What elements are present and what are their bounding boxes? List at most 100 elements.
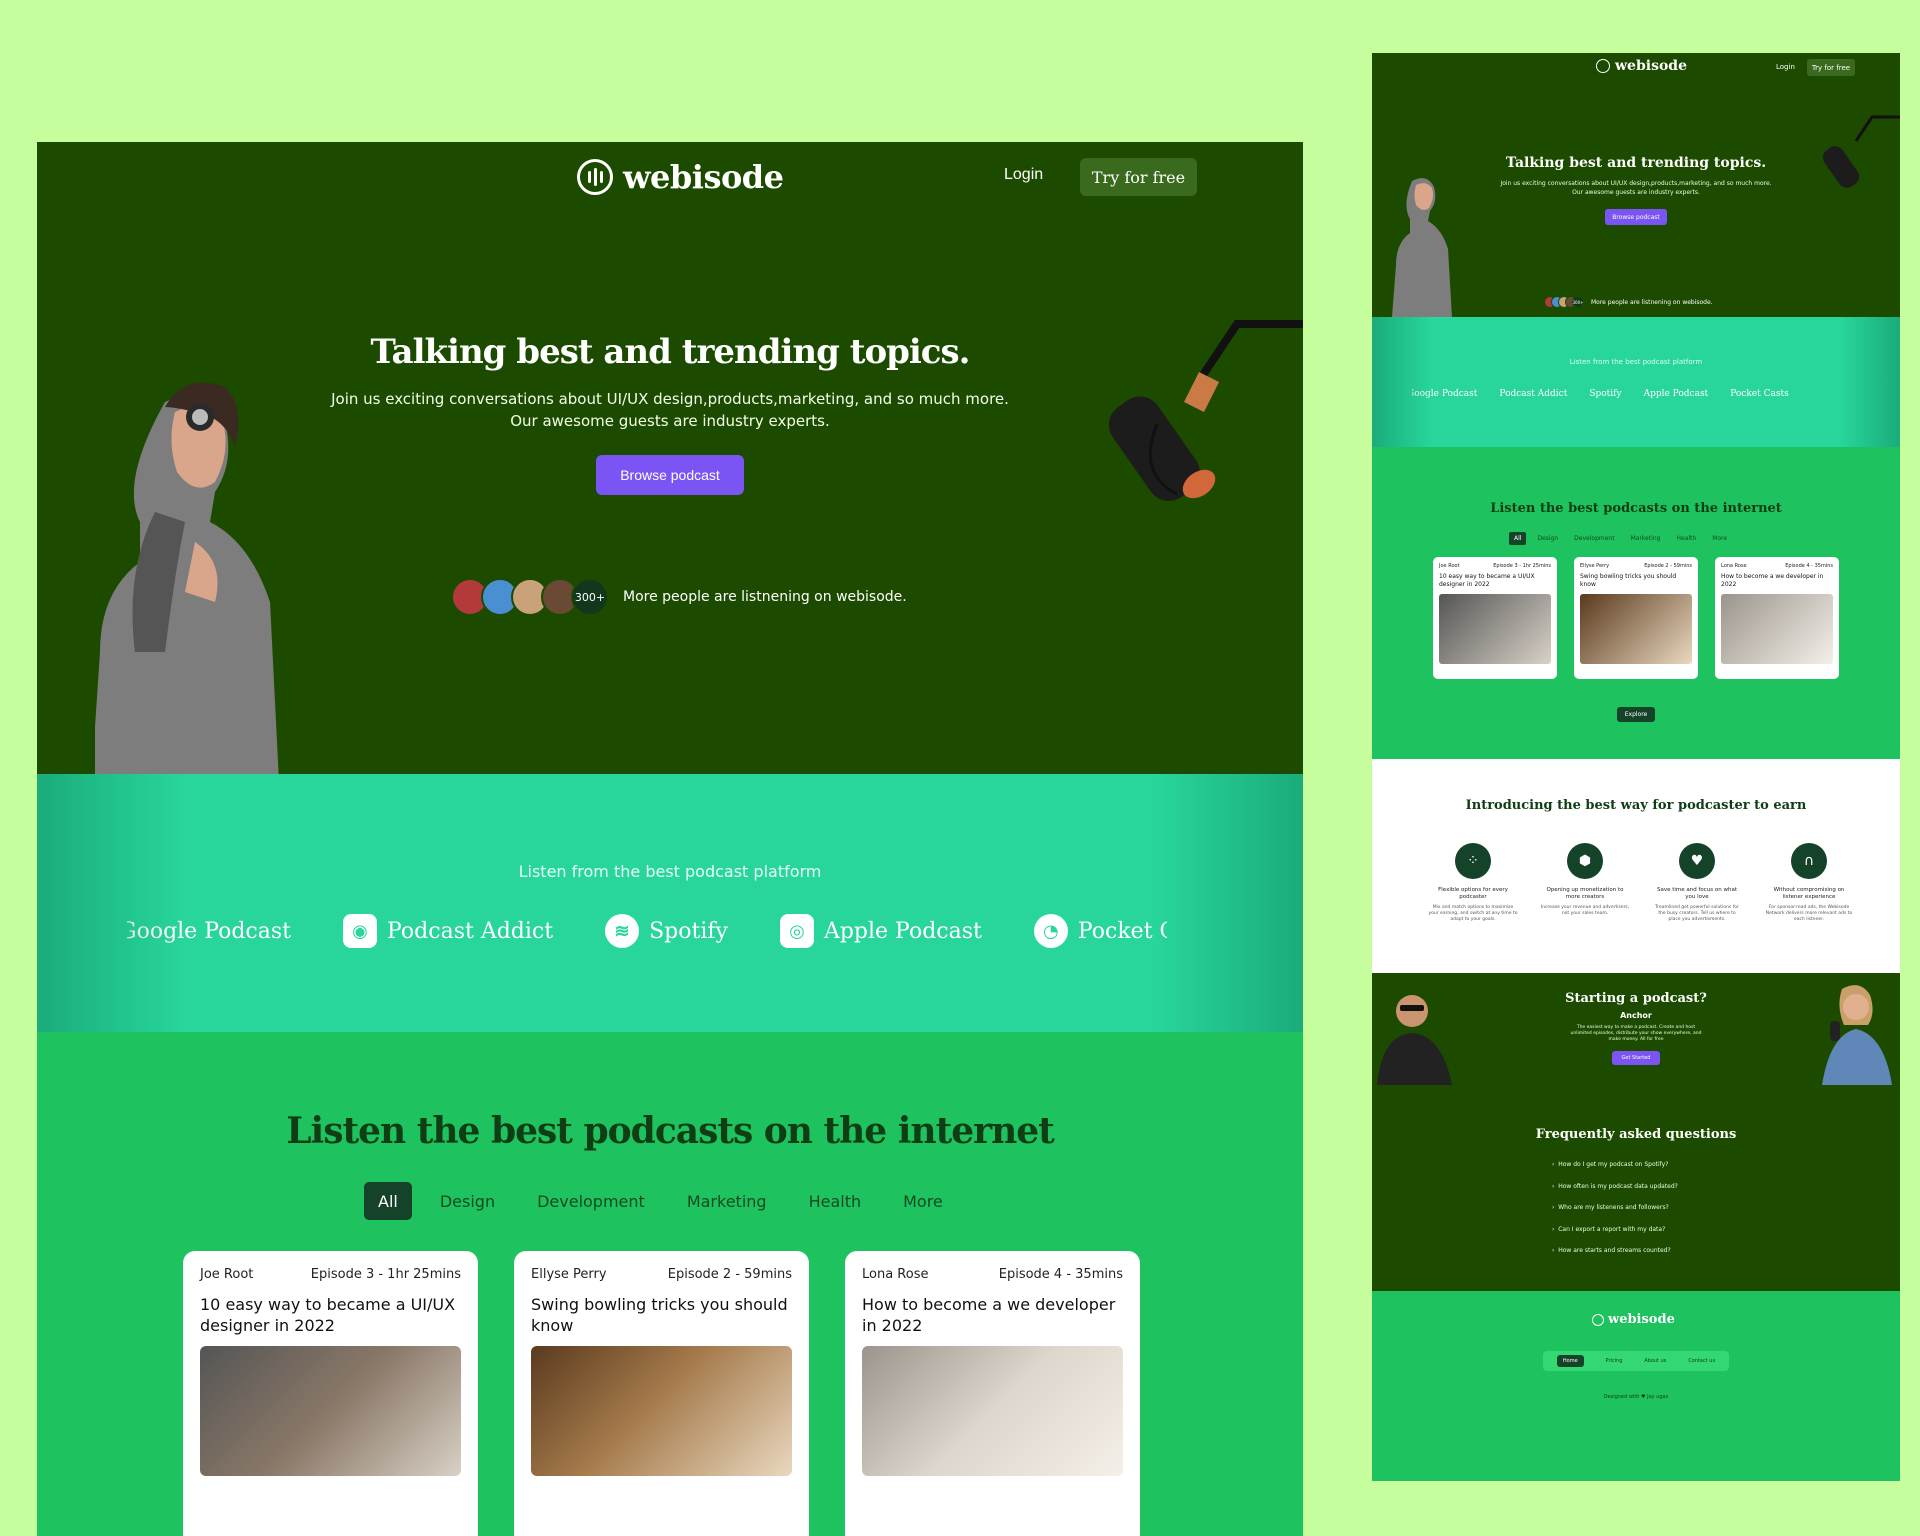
- mini-hero-section: webisode Login Try for free Talking best…: [1372, 53, 1900, 317]
- podcasts-title: Listen the best podcasts on the internet: [286, 1110, 1055, 1152]
- mini-brand-logo[interactable]: webisode: [1596, 58, 1687, 74]
- mini-platform-spotify[interactable]: Spotify: [1589, 389, 1621, 399]
- mini-tab-design[interactable]: Design: [1532, 532, 1563, 545]
- footer-logo[interactable]: webisode: [1592, 1312, 1675, 1327]
- card-title: 10 easy way to became a UI/UX designer i…: [200, 1295, 456, 1335]
- footer-nav-about[interactable]: About us: [1644, 1358, 1666, 1364]
- desktop-mockup-large: webisode Login Try for free Talking best…: [37, 142, 1303, 1536]
- faq-item[interactable]: › How are starts and streams counted?: [1552, 1247, 1678, 1269]
- card-author: Ellyse Perry: [531, 1267, 607, 1282]
- login-button[interactable]: Login: [1004, 166, 1043, 184]
- faq-question: How do I get my podcast on Spotify?: [1558, 1161, 1669, 1168]
- card-episode: Episode 3 - 1hr 25mins: [1493, 563, 1551, 569]
- platform-apple-podcast[interactable]: ◎ Apple Podcast: [779, 914, 982, 948]
- logo-bars-icon: [1592, 1313, 1604, 1326]
- mini-try-button[interactable]: Try for free: [1807, 59, 1855, 76]
- platform-spotify[interactable]: ≋ Spotify: [605, 914, 728, 948]
- faq-item[interactable]: › Can I export a report with my data?: [1552, 1226, 1678, 1248]
- mini-hero-subtitle-line-2: Our awesome guests are industry experts.: [1572, 189, 1700, 196]
- platform-podcast-addict[interactable]: ◉ Podcast Addict: [343, 914, 553, 948]
- faq-item[interactable]: › Who are my listenens and followers?: [1552, 1204, 1678, 1226]
- feature-title: Without compromising on listener experie…: [1773, 887, 1845, 900]
- mini-category-tabs: All Design Development Marketing Health …: [1509, 532, 1732, 545]
- feature-desc: For sponsor-read ads, the Webisode Netwo…: [1765, 905, 1853, 922]
- card-episode: Episode 2 - 59mins: [667, 1267, 792, 1282]
- mini-listener-text: More people are listnening on webisode.: [1591, 298, 1713, 306]
- platform-name: Apple Podcast: [823, 918, 982, 944]
- mini-platform-pocket[interactable]: Pocket Casts: [1730, 389, 1789, 399]
- earn-section: Introducing the best way for podcaster t…: [1372, 759, 1900, 973]
- get-started-button[interactable]: Get Started: [1612, 1051, 1660, 1065]
- card-author: Joe Root: [1439, 563, 1460, 569]
- podcast-card[interactable]: Lona Rose Episode 4 - 35mins How to beco…: [845, 1251, 1140, 1536]
- earn-title: Introducing the best way for podcaster t…: [1465, 798, 1807, 813]
- mini-platform-addict[interactable]: Podcast Addict: [1499, 389, 1567, 399]
- tab-development[interactable]: Development: [523, 1182, 659, 1220]
- card-thumbnail: [862, 1346, 1123, 1476]
- podcast-cards: Joe Root Episode 3 - 1hr 25mins 10 easy …: [183, 1251, 1140, 1536]
- category-tabs: All Design Development Marketing Health …: [364, 1182, 957, 1220]
- footer-nav: Home Pricing About us Contact us: [1543, 1351, 1729, 1371]
- platforms-carousel: ⁞ Google Podcast ◉ Podcast Addict ≋ Spot…: [127, 914, 1167, 974]
- listeners-strip: 300+ More people are listnening on webis…: [451, 578, 907, 616]
- mini-tab-marketing[interactable]: Marketing: [1626, 532, 1666, 545]
- explore-button[interactable]: Explore: [1617, 707, 1655, 722]
- footer-nav-home[interactable]: Home: [1556, 1355, 1584, 1367]
- footer-nav-contact[interactable]: Contact us: [1688, 1358, 1715, 1364]
- footer-nav-pricing[interactable]: Pricing: [1606, 1358, 1623, 1364]
- mini-tab-development[interactable]: Development: [1569, 532, 1619, 545]
- platform-pocket-casts[interactable]: ◔ Pocket Casts: [1033, 914, 1167, 948]
- card-title: How to become a we developer in 2022: [1721, 573, 1824, 588]
- tab-marketing[interactable]: Marketing: [673, 1182, 781, 1220]
- anchor-section: Starting a podcast? Anchor The easiest w…: [1372, 973, 1900, 1085]
- faq-question: How often is my podcast data updated?: [1558, 1182, 1678, 1190]
- mini-login-button[interactable]: Login: [1776, 63, 1795, 71]
- faq-item[interactable]: › How often is my podcast data updated?: [1552, 1183, 1678, 1205]
- mini-listeners-strip: 300+ More people are listnening on webis…: [1544, 296, 1713, 308]
- mini-podcast-card[interactable]: Ellyse Perry Episode 2 - 59mins Swing bow…: [1574, 557, 1698, 679]
- feature-title: Save time and focus on what you love: [1656, 887, 1738, 900]
- mini-brand-name: webisode: [1615, 58, 1687, 74]
- anchor-description: The easiest way to make a podcast. Creat…: [1570, 1025, 1702, 1042]
- podcast-card[interactable]: Joe Root Episode 3 - 1hr 25mins 10 easy …: [183, 1251, 478, 1536]
- tab-all[interactable]: All: [364, 1182, 412, 1220]
- faq-item[interactable]: › How do I get my podcast on Spotify?: [1552, 1161, 1678, 1183]
- platforms-section: Listen from the best podcast platform ⁞ …: [37, 774, 1303, 1032]
- mini-platform-apple[interactable]: Apple Podcast: [1644, 389, 1709, 399]
- card-thumbnail: [200, 1346, 461, 1476]
- faq-list: › How do I get my podcast on Spotify? › …: [1552, 1161, 1678, 1269]
- faq-question: How are starts and streams counted?: [1558, 1247, 1671, 1254]
- faq-title: Frequently asked questions: [1535, 1127, 1737, 1142]
- feature-desc: Treamlined get powerful solutions for th…: [1655, 905, 1739, 922]
- card-title: Swing bowling tricks you should know: [531, 1295, 788, 1335]
- heart-icon: ♥: [1679, 843, 1715, 879]
- feature-item: ∩ Without compromising on listener exper…: [1764, 843, 1854, 923]
- mini-tab-more[interactable]: More: [1707, 532, 1732, 545]
- faq-section: Frequently asked questions › How do I ge…: [1372, 1091, 1900, 1281]
- mini-tab-all[interactable]: All: [1509, 532, 1527, 545]
- platforms-title: Listen from the best podcast platform: [518, 862, 822, 881]
- brand-logo[interactable]: webisode: [577, 158, 784, 196]
- card-episode: Episode 3 - 1hr 25mins: [310, 1267, 461, 1282]
- card-title: How to become a we developer in 2022: [862, 1295, 1116, 1335]
- tab-design[interactable]: Design: [426, 1182, 509, 1220]
- tab-more[interactable]: More: [889, 1182, 957, 1220]
- card-author: Lona Rose: [1721, 563, 1747, 569]
- mini-podcast-card[interactable]: Lona Rose Episode 4 - 35mins How to becom…: [1715, 557, 1839, 679]
- podcast-card[interactable]: Ellyse Perry Episode 2 - 59mins Swing bo…: [514, 1251, 809, 1536]
- mini-fade-right: [1840, 317, 1900, 447]
- card-author: Lona Rose: [862, 1267, 929, 1282]
- feature-desc: Mix and match options to maximize your e…: [1428, 905, 1518, 922]
- mini-podcast-card[interactable]: Joe Root Episode 3 - 1hr 25mins 10 easy w…: [1433, 557, 1557, 679]
- try-for-free-button[interactable]: Try for free: [1080, 158, 1197, 196]
- feature-item: ♥ Save time and focus on what you love T…: [1652, 843, 1742, 923]
- listener-count-badge: 300+: [571, 578, 609, 616]
- feature-item: ⬢ Opening up monetization to more creato…: [1540, 843, 1630, 923]
- anchor-subtitle: Anchor: [1620, 1011, 1652, 1020]
- mini-tab-health[interactable]: Health: [1671, 532, 1701, 545]
- browse-podcast-button[interactable]: Browse podcast: [596, 455, 744, 495]
- mini-browse-button[interactable]: Browse podcast: [1605, 209, 1667, 225]
- tab-health[interactable]: Health: [795, 1182, 876, 1220]
- card-episode: Episode 2 - 59mins: [1644, 563, 1692, 569]
- mini-hero-subtitle: Join us exciting conversations about UI/…: [1372, 179, 1900, 197]
